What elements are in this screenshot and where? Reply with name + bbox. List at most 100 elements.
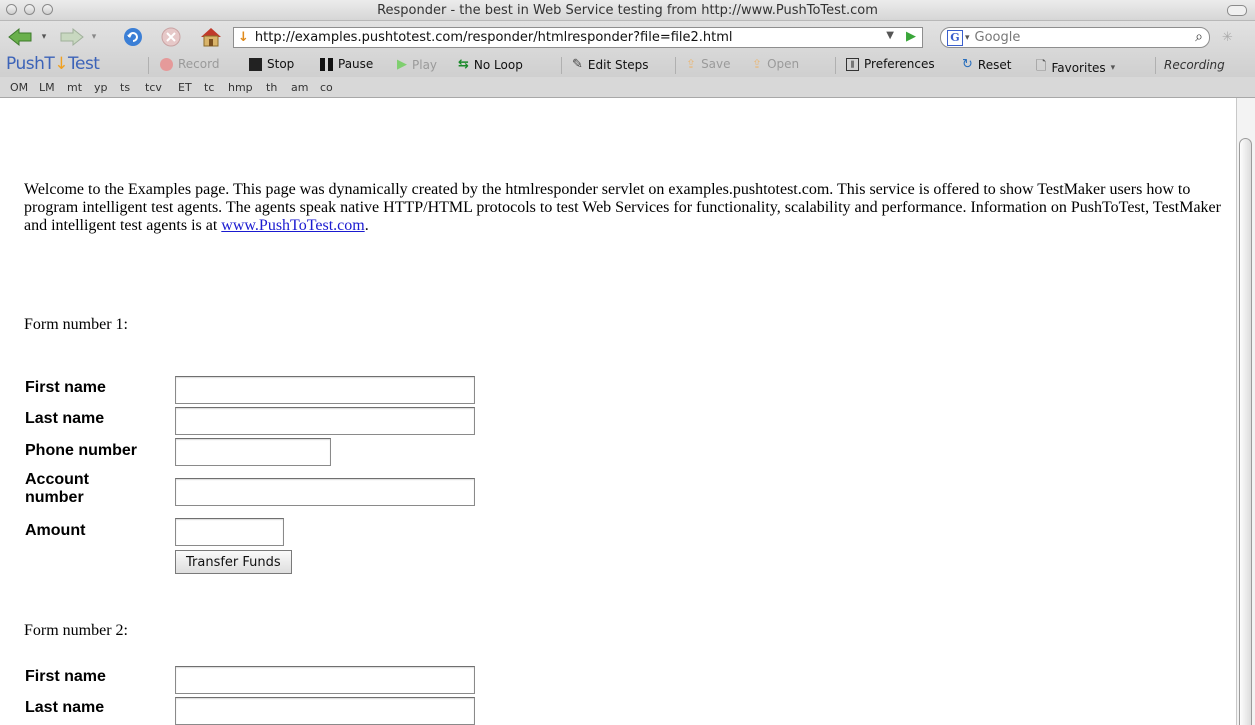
edit-steps-label: Edit Steps — [587, 57, 649, 72]
back-icon[interactable] — [4, 25, 38, 49]
intro-text: Welcome to the Examples page. This page … — [24, 181, 1221, 234]
search-engine-dropdown-icon[interactable]: ▾ — [965, 33, 970, 43]
intro-end: . — [364, 217, 369, 234]
preferences-sliders-icon: ⫼ — [846, 57, 859, 71]
forward-history-dropdown-icon[interactable]: ▾ — [88, 25, 100, 49]
vertical-scrollbar[interactable] — [1236, 98, 1255, 725]
bookmark-item[interactable]: mt — [67, 81, 82, 94]
toolbar-separator — [561, 57, 562, 74]
toolbar-separator — [1155, 57, 1156, 74]
record-button[interactable]: Record — [160, 57, 219, 71]
form1-amount-label: Amount — [25, 522, 86, 539]
go-icon[interactable]: ▶ — [906, 29, 916, 44]
bookmark-item[interactable]: ts — [120, 81, 130, 94]
transfer-funds-button[interactable]: Transfer Funds — [175, 550, 292, 574]
bookmark-item[interactable]: ET — [178, 81, 192, 94]
url-history-dropdown-icon[interactable]: ▼ — [886, 30, 894, 41]
browser-window: Responder - the best in Web Service test… — [0, 0, 1255, 725]
open-label: Open — [767, 57, 800, 71]
search-input[interactable]: Google — [975, 30, 1021, 45]
form2-header: Form number 2: — [24, 622, 128, 639]
favorites-button[interactable]: 🗋 Favorites ▾ — [1036, 57, 1115, 79]
search-bar[interactable]: G ▾ Google ⌕ — [940, 27, 1210, 48]
save-button[interactable]: ⇪ Save — [686, 57, 731, 71]
intro-paragraph: Welcome to the Examples page. This page … — [24, 181, 1230, 235]
url-bar[interactable]: ↓ http://examples.pushtotest.com/respond… — [233, 27, 923, 48]
forward-icon[interactable] — [54, 25, 88, 49]
form1-last-name-label: Last name — [25, 410, 105, 427]
stop-label: Stop — [267, 57, 295, 71]
reset-icon: ↻ — [962, 57, 973, 72]
form1-first-name-input[interactable] — [175, 376, 475, 404]
stop-button[interactable]: Stop — [249, 57, 294, 71]
edit-pencil-icon: ✎ — [572, 57, 583, 72]
bookmark-item[interactable]: OM — [10, 81, 28, 94]
save-label: Save — [701, 57, 731, 71]
form1-phone-input[interactable] — [175, 438, 331, 466]
bookmark-item[interactable]: am — [291, 81, 308, 94]
no-loop-button[interactable]: ⇆ No Loop — [458, 57, 523, 72]
navigation-toolbar: ▾ ▾ ↓ http://examples.pushtotest.com/res… — [0, 21, 1255, 77]
page-content: Welcome to the Examples page. This page … — [0, 98, 1255, 725]
bookmark-item[interactable]: tcv — [145, 81, 162, 94]
reset-button[interactable]: ↻ Reset — [962, 57, 1011, 72]
site-favicon-icon: ↓ — [238, 30, 249, 45]
record-label: Record — [178, 57, 220, 71]
open-icon: ⇪ — [752, 57, 763, 71]
window-title: Responder - the best in Web Service test… — [377, 3, 878, 18]
activity-spinner-icon: ✳ — [1222, 30, 1233, 45]
preferences-label: Preferences — [864, 57, 935, 71]
title-bar: Responder - the best in Web Service test… — [0, 0, 1255, 21]
play-icon: ▶ — [397, 57, 407, 72]
play-button[interactable]: ▶ Play — [397, 57, 437, 72]
record-icon — [160, 57, 173, 71]
scrollbar-thumb[interactable] — [1239, 138, 1252, 725]
no-loop-label: No Loop — [473, 57, 523, 72]
bookmark-item[interactable]: hmp — [228, 81, 253, 94]
stop-loading-icon[interactable] — [158, 25, 184, 49]
pause-icon — [320, 57, 333, 71]
toolbar-toggle-button[interactable] — [1227, 5, 1247, 16]
pushtotest-toolbar: PushT↓Test Record Stop Pause ▶ Play ⇆ No… — [0, 54, 1255, 77]
stop-icon — [249, 57, 262, 71]
form1-amount-input[interactable] — [175, 518, 284, 546]
preferences-button[interactable]: ⫼ Preferences — [846, 57, 935, 71]
toolbar-separator — [675, 57, 676, 74]
toolbar-separator — [148, 57, 149, 74]
form2-last-name-input[interactable] — [175, 697, 475, 725]
toolbar-separator — [835, 57, 836, 74]
home-icon[interactable] — [196, 25, 226, 49]
form1-first-name-label: First name — [25, 379, 106, 396]
pushtotest-logo: PushT↓Test — [6, 54, 100, 74]
google-engine-icon[interactable]: G — [947, 29, 963, 46]
form1-phone-label: Phone number — [25, 442, 138, 459]
favorites-dropdown-icon: ▾ — [1110, 63, 1116, 73]
pause-button[interactable]: Pause — [320, 57, 373, 71]
play-label: Play — [412, 57, 438, 72]
bookmark-item[interactable]: th — [266, 81, 277, 94]
back-history-dropdown-icon[interactable]: ▾ — [38, 25, 50, 49]
pushtotest-link[interactable]: www.PushToTest.com — [221, 217, 364, 234]
reload-icon[interactable] — [120, 25, 146, 49]
url-text[interactable]: http://examples.pushtotest.com/responder… — [255, 30, 733, 45]
bookmark-item[interactable]: tc — [204, 81, 214, 94]
form1-last-name-input[interactable] — [175, 407, 475, 435]
form1-header: Form number 1: — [24, 316, 128, 333]
form1-account-label: Account number — [25, 471, 89, 506]
bookmark-item[interactable]: co — [320, 81, 333, 94]
edit-steps-button[interactable]: ✎ Edit Steps — [572, 57, 649, 72]
bookmark-item[interactable]: LM — [39, 81, 55, 94]
navigation-row: ▾ ▾ ↓ http://examples.pushtotest.com/res… — [0, 21, 1255, 54]
open-button[interactable]: ⇪ Open — [752, 57, 799, 71]
search-icon[interactable]: ⌕ — [1195, 29, 1203, 45]
form2-first-name-label: First name — [25, 668, 106, 685]
recording-status: Recording — [1164, 58, 1225, 72]
form1-account-input[interactable] — [175, 478, 475, 506]
bookmarks-bar: OM LM mt yp ts tcv ET tc hmp th am co — [0, 77, 1255, 98]
reset-label: Reset — [977, 57, 1012, 72]
bookmark-item[interactable]: yp — [94, 81, 108, 94]
form2-first-name-input[interactable] — [175, 666, 475, 694]
loop-icon: ⇆ — [458, 57, 469, 72]
save-icon: ⇪ — [686, 57, 697, 71]
pause-label: Pause — [338, 57, 374, 71]
